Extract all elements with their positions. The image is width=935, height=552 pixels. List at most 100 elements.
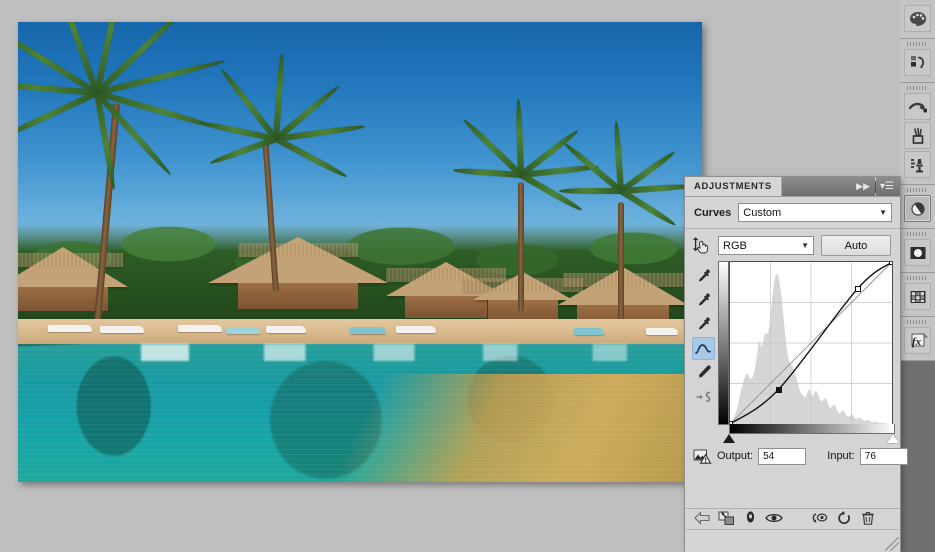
brush-panel-icon[interactable] [904,93,931,120]
palapa-hut [18,247,128,311]
color-palette-icon [909,11,926,26]
black-point-slider[interactable] [723,434,736,443]
trash-icon [862,511,874,525]
photoshop-window: fx ADJUSTMENTS ▶▶ ▾☰ Curves Custom ▼ RGB… [0,0,935,552]
on-image-adjust-icon[interactable] [692,236,711,255]
curve-control-point[interactable] [775,386,782,393]
control-points-layer[interactable] [730,262,893,424]
preview-button[interactable] [763,508,785,528]
panel-resize-grip[interactable] [885,537,899,551]
document-window[interactable] [18,22,702,482]
dock-grip[interactable] [907,86,928,90]
curve-icon [695,343,712,354]
pencil-draw-tool[interactable] [692,361,715,384]
clip-to-layer-icon [718,511,734,525]
input-field[interactable]: 76 [859,447,908,465]
left-arrow-icon [693,511,710,525]
curves-label: Curves [694,206,732,219]
output-label: Output: [717,450,754,462]
input-output-row: Output: 54 Input: 76 [685,443,908,469]
water-ripples [18,344,702,482]
channel-select[interactable]: RGB ▼ [718,236,814,255]
chevron-down-icon: ▼ [801,241,809,250]
sun-lounger [48,325,92,332]
color-panel-icon[interactable] [904,5,931,32]
curve-graph-wrapper [718,261,900,451]
undo-state-icon [812,513,828,523]
palm-tree [199,53,366,293]
clipping-warning-icon[interactable] [693,447,712,465]
sun-lounger [350,327,386,334]
preset-value: Custom [743,206,782,219]
layer-comps-panel-icon[interactable] [904,283,931,310]
input-label: Input: [827,450,855,462]
reset-icon [838,510,850,524]
reset-adjustment-button[interactable] [833,508,855,528]
masks-panel-icon[interactable] [904,239,931,266]
palm-tree [452,98,599,312]
clone-source-icon[interactable] [904,151,931,178]
toggle-layer-visibility-button[interactable] [739,508,761,528]
eyedropper-icon [698,293,710,306]
dock-grip[interactable] [907,188,928,192]
panel-bottom-strip [685,529,900,552]
sun-lounger [100,326,144,333]
photo-image [18,22,702,482]
dock-grip[interactable] [907,42,928,46]
preset-select[interactable]: Custom ▼ [738,203,892,222]
styles-panel-icon[interactable]: fx [904,327,931,354]
eyedropper-icon [698,317,710,330]
sun-lounger [266,326,306,333]
curve-tools-column [690,261,716,451]
dock-group-history [900,39,935,83]
reset-previous-state-button[interactable] [809,508,831,528]
brush-stroke-icon [908,102,927,112]
curve-control-point[interactable] [889,262,893,265]
brush-presets-icon[interactable] [904,122,931,149]
curves-graph[interactable] [729,261,894,425]
vertical-output-ramp [718,261,730,425]
edit-points-tool[interactable] [691,337,715,360]
adjustments-circle-icon [910,201,925,216]
palm-tree [559,120,694,322]
adjustments-panel-icon[interactable] [904,195,931,222]
black-point-eyedropper[interactable] [692,265,715,288]
curve-control-point[interactable] [854,286,861,293]
adjustments-panel[interactable]: ADJUSTMENTS ▶▶ ▾☰ Curves Custom ▼ RGB ▼ [685,177,908,552]
mask-circle-icon [910,246,925,259]
smooth-curve-tool[interactable] [692,385,715,408]
fx-icon: fx [911,332,928,348]
return-to-adjustment-list-button[interactable] [691,508,713,528]
dock-group-brushes [900,83,935,185]
smooth-icon [696,391,710,402]
sun-lounger [574,328,604,335]
white-point-eyedropper[interactable] [692,313,715,336]
output-field[interactable]: 54 [758,447,807,465]
dock-group-masks [900,229,935,273]
grid-squares-icon [910,290,925,303]
dock-group-adjustments [900,185,935,229]
horizontal-input-ramp [729,424,896,434]
white-point-slider[interactable] [887,434,900,443]
panel-menu-icon[interactable]: ▾☰ [876,177,900,196]
dock-grip[interactable] [907,276,928,280]
eye-mask-icon [746,511,754,523]
chevron-down-icon: ▼ [879,208,887,217]
delete-adjustment-layer-button[interactable] [857,508,879,528]
auto-button[interactable]: Auto [821,235,891,256]
right-panel-dock[interactable]: fx [900,0,935,552]
svg-text:fx: fx [912,336,922,348]
eye-icon [765,513,783,523]
panel-footer-toolbar [685,506,906,530]
gray-point-eyedropper[interactable] [692,289,715,312]
history-panel-icon[interactable] [904,49,931,76]
dock-grip[interactable] [907,232,928,236]
dock-grip[interactable] [907,320,928,324]
collapse-to-icons-icon[interactable]: ▶▶ [851,177,876,196]
tab-adjustments[interactable]: ADJUSTMENTS [685,177,782,196]
palm-tree [18,22,226,333]
clip-to-layer-button[interactable] [715,508,737,528]
dock-group-layer-comps [900,273,935,317]
pencil-icon [698,365,711,378]
eyedropper-icon [698,269,710,282]
